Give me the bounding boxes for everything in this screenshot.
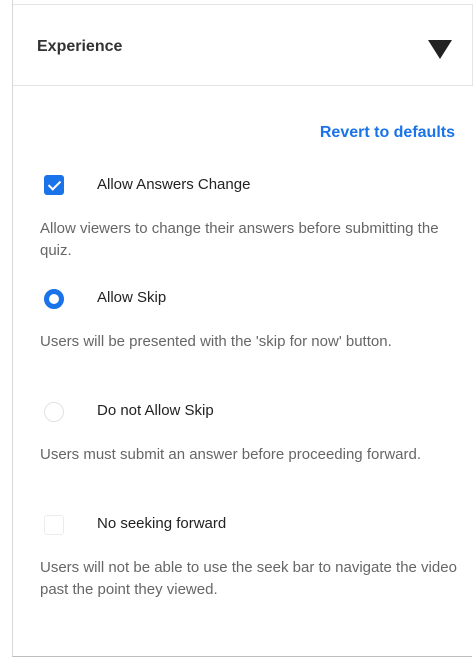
allow-skip-label[interactable]: Allow Skip bbox=[97, 289, 166, 306]
do-not-allow-skip-radio[interactable] bbox=[44, 402, 64, 422]
allow-skip-description: Users will be presented with the 'skip f… bbox=[40, 333, 392, 350]
no-seeking-forward-checkbox[interactable] bbox=[44, 515, 64, 535]
no-seeking-forward-description: Users will not be able to use the seek b… bbox=[40, 559, 457, 598]
allow-answers-change-checkbox[interactable] bbox=[44, 175, 64, 195]
do-not-allow-skip-label[interactable]: Do not Allow Skip bbox=[97, 402, 214, 419]
allow-answers-change-label[interactable]: Allow Answers Change bbox=[97, 176, 250, 193]
section-header[interactable]: Experience bbox=[13, 4, 473, 86]
revert-to-defaults-link[interactable]: Revert to defaults bbox=[320, 124, 455, 142]
do-not-allow-skip-description: Users must submit an answer before proce… bbox=[40, 446, 422, 463]
section-title: Experience bbox=[37, 38, 123, 55]
experience-panel: Experience Revert to defaults Allow Answ… bbox=[12, 0, 473, 657]
allow-skip-radio[interactable] bbox=[44, 289, 64, 309]
no-seeking-forward-label[interactable]: No seeking forward bbox=[97, 515, 226, 532]
caret-down-icon[interactable] bbox=[428, 40, 452, 59]
allow-answers-change-description: Allow viewers to change their answers be… bbox=[40, 220, 439, 259]
